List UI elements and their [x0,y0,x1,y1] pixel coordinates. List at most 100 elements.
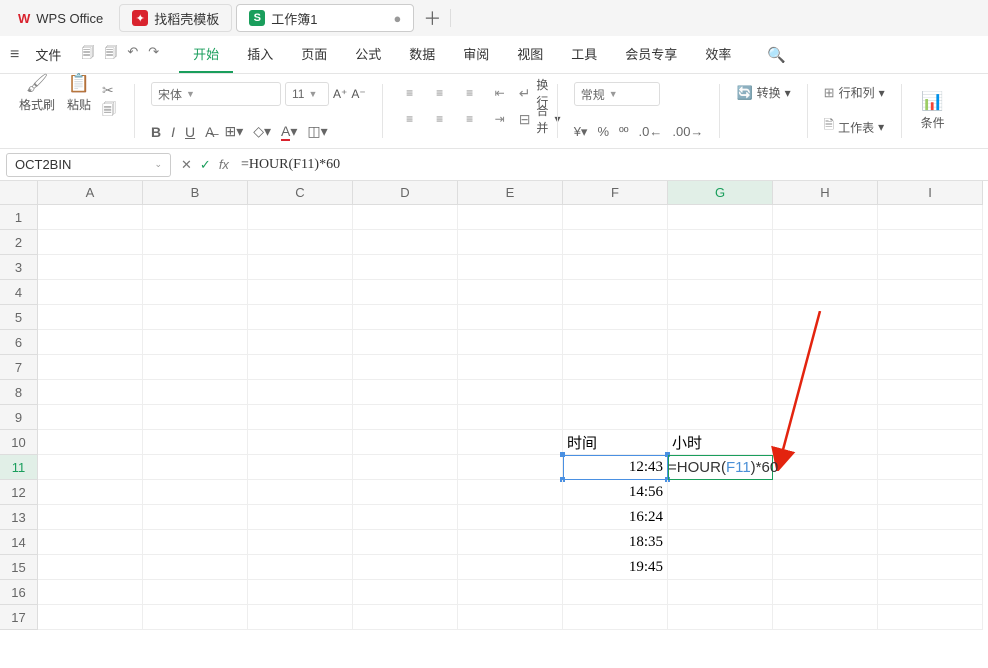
cell-G16[interactable] [668,580,773,605]
cell-B13[interactable] [143,505,248,530]
cell-A5[interactable] [38,305,143,330]
cell-H14[interactable] [773,530,878,555]
accept-formula-button[interactable]: ✓ [200,157,211,173]
cell-A1[interactable] [38,205,143,230]
cell-B3[interactable] [143,255,248,280]
cell-G7[interactable] [668,355,773,380]
cell-C15[interactable] [248,555,353,580]
cell-G15[interactable] [668,555,773,580]
cell-F3[interactable] [563,255,668,280]
cell-D12[interactable] [353,480,458,505]
cell-G9[interactable] [668,405,773,430]
cell-D17[interactable] [353,605,458,630]
qa-icon-1[interactable]: 🗐 [81,44,94,66]
cell-D11[interactable] [353,455,458,480]
cell-E17[interactable] [458,605,563,630]
cell-B11[interactable] [143,455,248,480]
cell-D5[interactable] [353,305,458,330]
cell-G6[interactable] [668,330,773,355]
cell-A8[interactable] [38,380,143,405]
cell-C16[interactable] [248,580,353,605]
rows-cols-button[interactable]: ⊞行和列▾ [824,82,885,103]
cell-E10[interactable] [458,430,563,455]
cell-I11[interactable] [878,455,983,480]
cell-B4[interactable] [143,280,248,305]
fx-button[interactable]: fx [219,157,229,173]
cell-A4[interactable] [38,280,143,305]
cell-F11[interactable]: 12:43 [563,455,668,480]
cell-H11[interactable] [773,455,878,480]
cell-G8[interactable] [668,380,773,405]
cell-D6[interactable] [353,330,458,355]
worksheet-button[interactable]: 🗎工作表▾ [824,114,885,140]
cell-E6[interactable] [458,330,563,355]
row-3[interactable]: 3 [0,255,38,280]
row-2[interactable]: 2 [0,230,38,255]
cell-A2[interactable] [38,230,143,255]
format-brush-button[interactable]: 🖌 格式刷 [16,82,58,103]
dec-dec-button[interactable]: .00→ [672,124,703,140]
col-D[interactable]: D [353,181,458,205]
cell-E12[interactable] [458,480,563,505]
cell-I2[interactable] [878,230,983,255]
font-color-button[interactable]: A▾ [281,123,297,140]
row-8[interactable]: 8 [0,380,38,405]
align-left[interactable]: ≡ [399,112,421,126]
cell-F6[interactable] [563,330,668,355]
cell-C2[interactable] [248,230,353,255]
row-10[interactable]: 10 [0,430,38,455]
cell-A10[interactable] [38,430,143,455]
cell-I15[interactable] [878,555,983,580]
font-name-select[interactable]: 宋体▼ [151,82,281,106]
cell-C4[interactable] [248,280,353,305]
cell-H8[interactable] [773,380,878,405]
cell-D16[interactable] [353,580,458,605]
cell-D1[interactable] [353,205,458,230]
cell-G17[interactable] [668,605,773,630]
cell-D3[interactable] [353,255,458,280]
cell-I16[interactable] [878,580,983,605]
cell-E14[interactable] [458,530,563,555]
cell-F14[interactable]: 18:35 [563,530,668,555]
cell-E8[interactable] [458,380,563,405]
cell-D4[interactable] [353,280,458,305]
cancel-formula-button[interactable]: ✕ [181,157,192,173]
daoke-tab[interactable]: ✦ 找稻壳模板 [119,4,232,32]
col-A[interactable]: A [38,181,143,205]
new-tab-button[interactable]: ＋ [418,5,446,31]
cell-G12[interactable] [668,480,773,505]
merge-button[interactable]: ⊟合并▾ [519,102,541,136]
cell-I5[interactable] [878,305,983,330]
cell-H2[interactable] [773,230,878,255]
align-middle[interactable]: ≡ [429,86,451,100]
clear-format-button[interactable]: ◫▾ [307,123,327,140]
cell-C12[interactable] [248,480,353,505]
cell-C8[interactable] [248,380,353,405]
cell-B17[interactable] [143,605,248,630]
cell-E5[interactable] [458,305,563,330]
cell-G13[interactable] [668,505,773,530]
cell-E15[interactable] [458,555,563,580]
row-9[interactable]: 9 [0,405,38,430]
cell-A11[interactable] [38,455,143,480]
align-top[interactable]: ≡ [399,86,421,100]
percent-button[interactable]: % [597,124,609,140]
cell-B15[interactable] [143,555,248,580]
cell-F15[interactable]: 19:45 [563,555,668,580]
cell-H16[interactable] [773,580,878,605]
tab-view[interactable]: 视图 [503,36,557,73]
cell-I12[interactable] [878,480,983,505]
workbook-tab[interactable]: S 工作簿1 ● [236,4,414,32]
tab-tools[interactable]: 工具 [557,36,611,73]
cell-A6[interactable] [38,330,143,355]
cell-D14[interactable] [353,530,458,555]
row-6[interactable]: 6 [0,330,38,355]
cell-I14[interactable] [878,530,983,555]
cell-C6[interactable] [248,330,353,355]
wps-tab[interactable]: W WPS Office [6,4,115,32]
cell-B10[interactable] [143,430,248,455]
col-F[interactable]: F [563,181,668,205]
cell-G1[interactable] [668,205,773,230]
cell-F9[interactable] [563,405,668,430]
cell-I10[interactable] [878,430,983,455]
